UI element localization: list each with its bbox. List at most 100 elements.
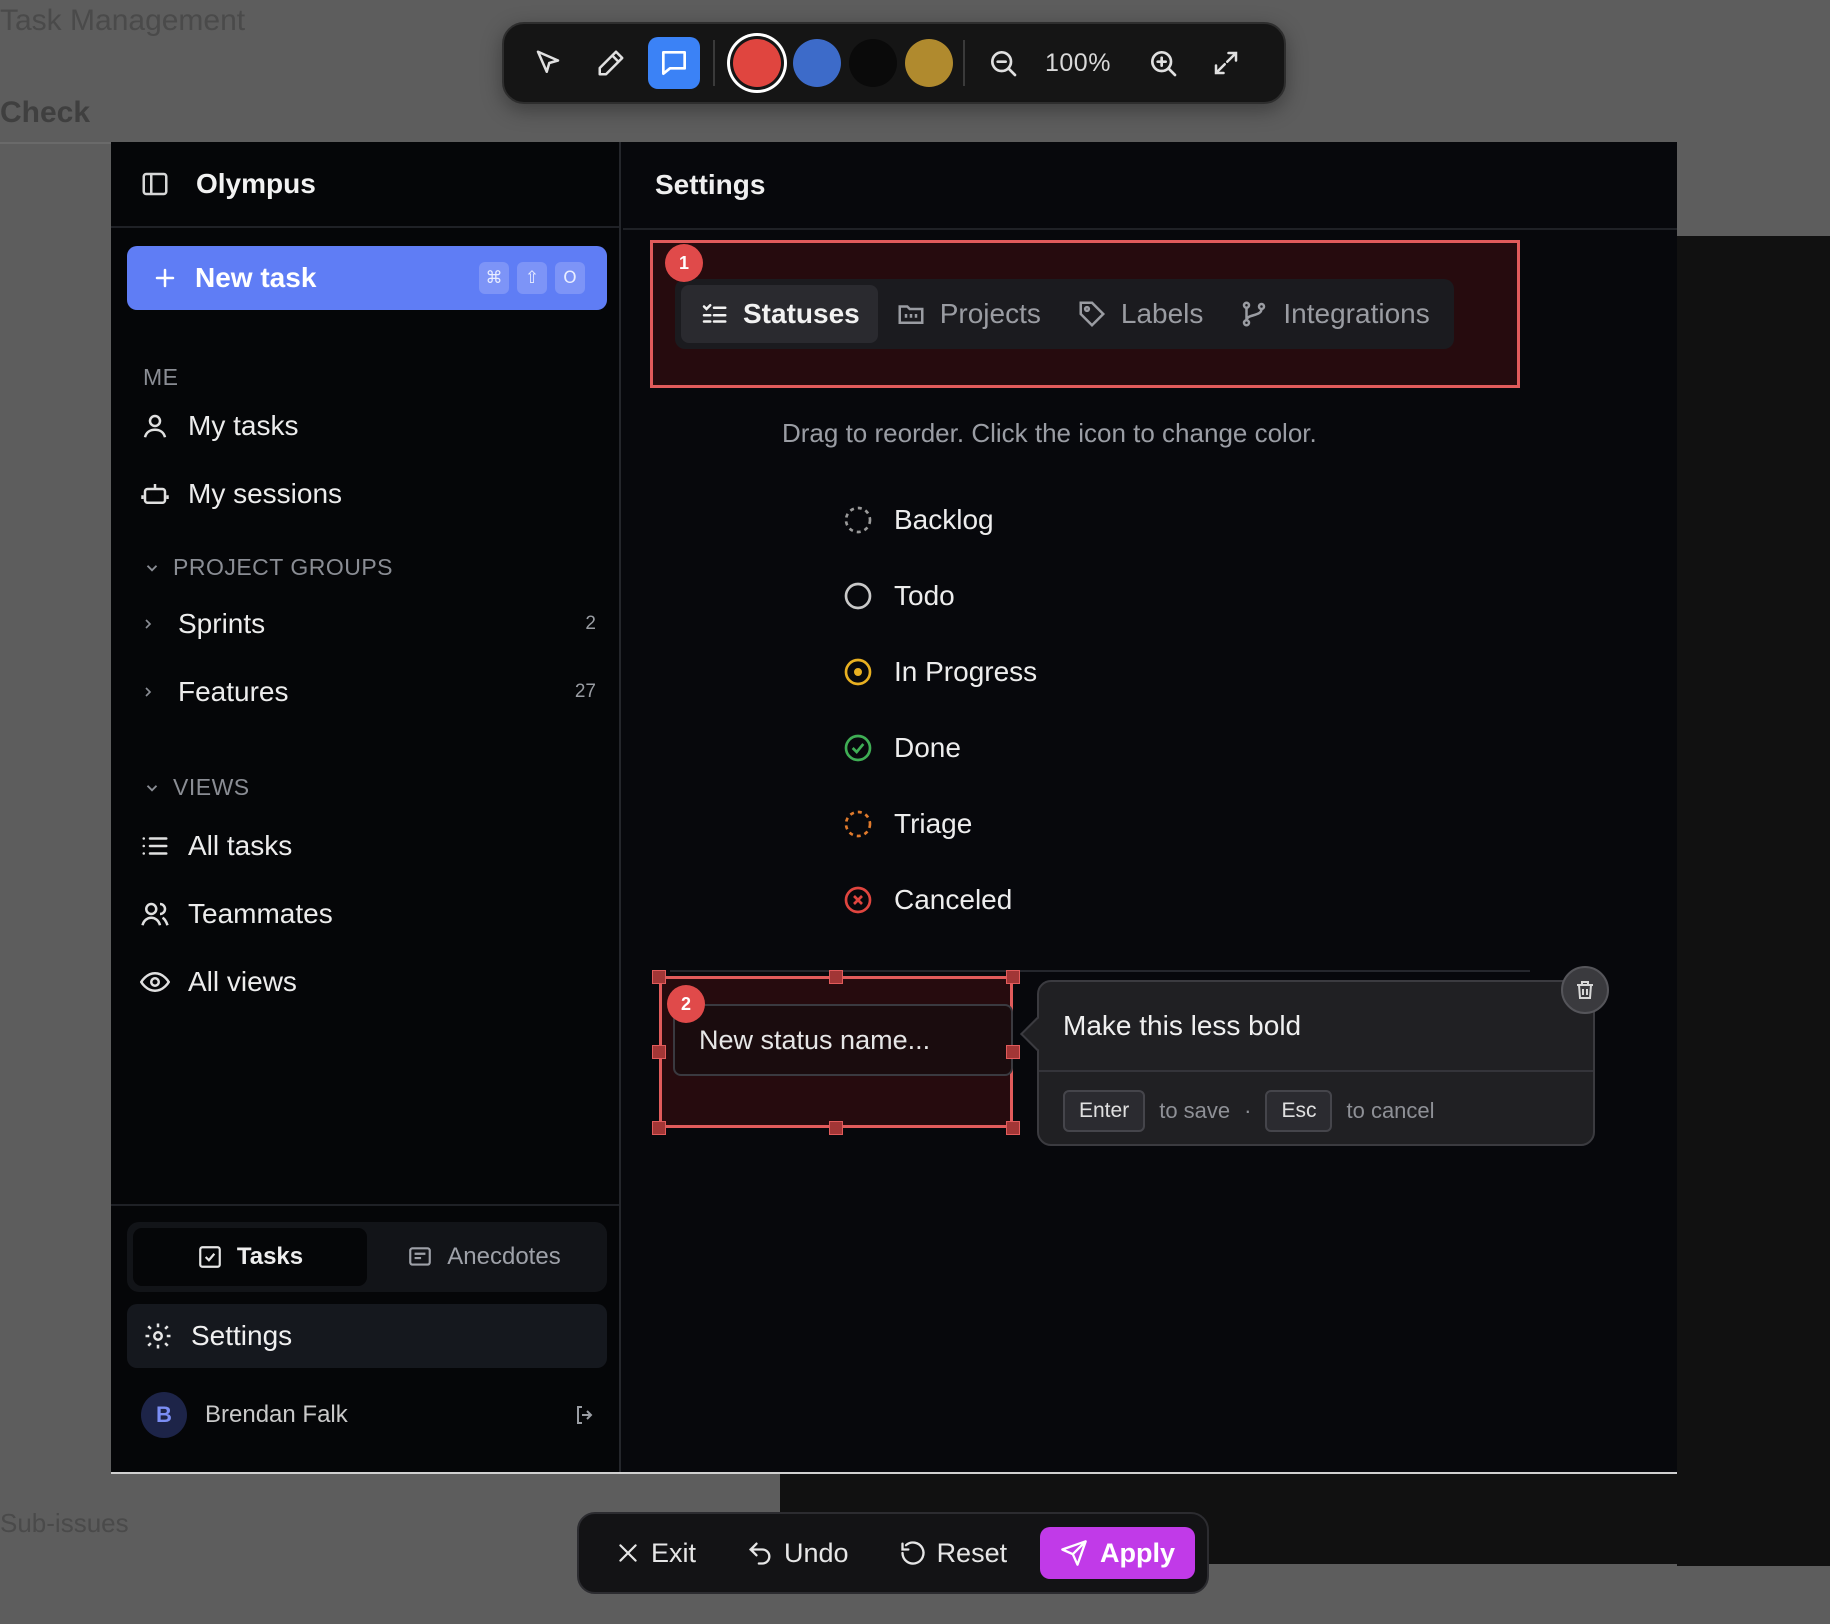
status-item-backlog[interactable]: Backlog bbox=[842, 504, 994, 536]
resize-handle[interactable] bbox=[652, 970, 666, 984]
exit-button[interactable]: Exit bbox=[615, 1538, 696, 1569]
comment-icon bbox=[662, 51, 686, 75]
resize-handle[interactable] bbox=[1006, 970, 1020, 984]
shortcut-key: O bbox=[555, 262, 585, 294]
send-icon bbox=[1061, 1540, 1087, 1566]
status-item-canceled[interactable]: Canceled bbox=[842, 884, 1012, 916]
section-label-project-groups[interactable]: PROJECT GROUPS bbox=[143, 554, 393, 581]
mode-tasks-button[interactable]: Tasks bbox=[133, 1228, 367, 1286]
cancel-hint: to cancel bbox=[1346, 1098, 1435, 1123]
color-swatch-red[interactable] bbox=[733, 39, 781, 87]
plus-icon bbox=[155, 268, 175, 288]
zoom-out-button[interactable] bbox=[977, 37, 1029, 89]
zoom-level: 100% bbox=[1045, 48, 1111, 77]
sidebar-item-teammates[interactable]: Teammates bbox=[140, 898, 600, 930]
chevron-right-icon bbox=[145, 687, 152, 697]
resize-handle[interactable] bbox=[829, 1121, 843, 1135]
tab-projects[interactable]: Projects bbox=[878, 285, 1059, 343]
progress-icon[interactable] bbox=[842, 656, 874, 688]
status-item-in-progress[interactable]: In Progress bbox=[842, 656, 1037, 688]
gear-icon bbox=[145, 1323, 171, 1349]
annotation-badge-1[interactable]: 1 bbox=[665, 244, 703, 282]
new-task-label: New task bbox=[195, 262, 317, 293]
message-icon bbox=[409, 1247, 432, 1266]
enter-key: Enter bbox=[1063, 1090, 1146, 1132]
color-swatch-gold[interactable] bbox=[905, 39, 953, 87]
bg-title: Task Management bbox=[0, 4, 246, 37]
robot-icon bbox=[141, 484, 169, 504]
trash-icon bbox=[1577, 981, 1593, 999]
app-window: Olympus New task ⌘ ⇧ O ME My tasks My se… bbox=[111, 142, 1677, 1474]
zoom-in-icon bbox=[1150, 51, 1177, 77]
dashed-circle-icon[interactable] bbox=[842, 504, 874, 536]
close-icon bbox=[619, 1544, 637, 1562]
mode-anecdotes-button[interactable]: Anecdotes bbox=[367, 1228, 601, 1286]
color-swatch-black[interactable] bbox=[849, 39, 897, 87]
user-name: Brendan Falk bbox=[205, 1401, 348, 1428]
apply-button[interactable]: Apply bbox=[1039, 1527, 1195, 1579]
x-circle-icon[interactable] bbox=[842, 884, 874, 916]
branch-icon bbox=[1243, 301, 1266, 327]
sidebar-toggle-icon[interactable] bbox=[140, 169, 170, 199]
color-swatch-blue[interactable] bbox=[793, 39, 841, 87]
fullscreen-button[interactable] bbox=[1200, 37, 1252, 89]
group-count: 27 bbox=[574, 681, 596, 702]
settings-content: Settings Statuses Projects Labels Integr… bbox=[623, 142, 1677, 1472]
list-icon bbox=[142, 837, 168, 855]
chevron-right-icon bbox=[145, 619, 152, 629]
new-status-input[interactable] bbox=[673, 1004, 1013, 1076]
expand-icon bbox=[1214, 51, 1238, 75]
status-item-done[interactable]: Done bbox=[842, 732, 961, 764]
sidebar-item-settings[interactable]: Settings bbox=[127, 1304, 607, 1368]
comment-input[interactable] bbox=[1063, 1010, 1563, 1042]
delete-comment-button[interactable] bbox=[1561, 966, 1609, 1014]
section-label-me: ME bbox=[143, 364, 179, 390]
check-circle-icon[interactable] bbox=[842, 732, 874, 764]
shortcut-key: ⌘ bbox=[479, 262, 509, 294]
status-item-todo[interactable]: Todo bbox=[842, 580, 955, 612]
resize-handle[interactable] bbox=[1006, 1121, 1020, 1135]
circle-icon[interactable] bbox=[842, 580, 874, 612]
pencil-icon bbox=[598, 50, 624, 76]
logout-icon[interactable] bbox=[573, 1403, 597, 1427]
bg-panel bbox=[1677, 236, 1830, 1566]
resize-handle[interactable] bbox=[652, 1121, 666, 1135]
zoom-in-button[interactable] bbox=[1137, 37, 1189, 89]
eye-icon bbox=[140, 971, 170, 993]
status-item-triage[interactable]: Triage bbox=[842, 808, 972, 840]
tab-statuses[interactable]: Statuses bbox=[681, 285, 878, 343]
new-task-button[interactable]: New task ⌘ ⇧ O bbox=[127, 246, 607, 310]
tab-labels[interactable]: Labels bbox=[1059, 285, 1222, 343]
undo-icon bbox=[749, 1542, 771, 1565]
tab-integrations[interactable]: Integrations bbox=[1221, 285, 1447, 343]
pointer-tool-button[interactable] bbox=[522, 37, 574, 89]
resize-handle[interactable] bbox=[829, 970, 843, 984]
avatar: B bbox=[141, 1392, 187, 1438]
action-bar: Exit Undo Reset Apply bbox=[577, 1512, 1209, 1594]
annotation-badge-2[interactable]: 2 bbox=[667, 985, 705, 1023]
resize-handle[interactable] bbox=[652, 1045, 666, 1059]
mode-switch: Tasks Anecdotes bbox=[127, 1222, 607, 1292]
sidebar-item-label: My tasks bbox=[188, 410, 299, 441]
page-title: Settings bbox=[655, 169, 766, 200]
sidebar-group-features[interactable]: Features 27 bbox=[140, 676, 596, 708]
folder-icon bbox=[898, 305, 924, 324]
bg-heading: Check bbox=[0, 96, 91, 129]
sidebar-item-all-tasks[interactable]: All tasks bbox=[140, 830, 600, 862]
dashed-circle-icon[interactable] bbox=[842, 808, 874, 840]
undo-button[interactable]: Undo bbox=[746, 1538, 849, 1569]
reset-button[interactable]: Reset bbox=[899, 1538, 1007, 1569]
sidebar-item-all-views[interactable]: All views bbox=[140, 966, 600, 998]
checkbox-icon bbox=[199, 1246, 221, 1268]
resize-handle[interactable] bbox=[1006, 1045, 1020, 1059]
section-label-views[interactable]: VIEWS bbox=[143, 774, 250, 801]
user-icon bbox=[143, 414, 167, 438]
new-task-shortcut: ⌘ ⇧ O bbox=[471, 262, 585, 294]
pencil-tool-button[interactable] bbox=[585, 37, 637, 89]
comment-tool-button[interactable] bbox=[648, 37, 700, 89]
sidebar-group-sprints[interactable]: Sprints 2 bbox=[140, 608, 596, 640]
sidebar-item-my-sessions[interactable]: My sessions bbox=[140, 478, 600, 510]
sidebar-item-my-tasks[interactable]: My tasks bbox=[140, 410, 600, 442]
annotation-box-1[interactable]: Statuses Projects Labels Integrations bbox=[650, 240, 1520, 388]
user-profile[interactable]: B Brendan Falk bbox=[141, 1390, 597, 1440]
